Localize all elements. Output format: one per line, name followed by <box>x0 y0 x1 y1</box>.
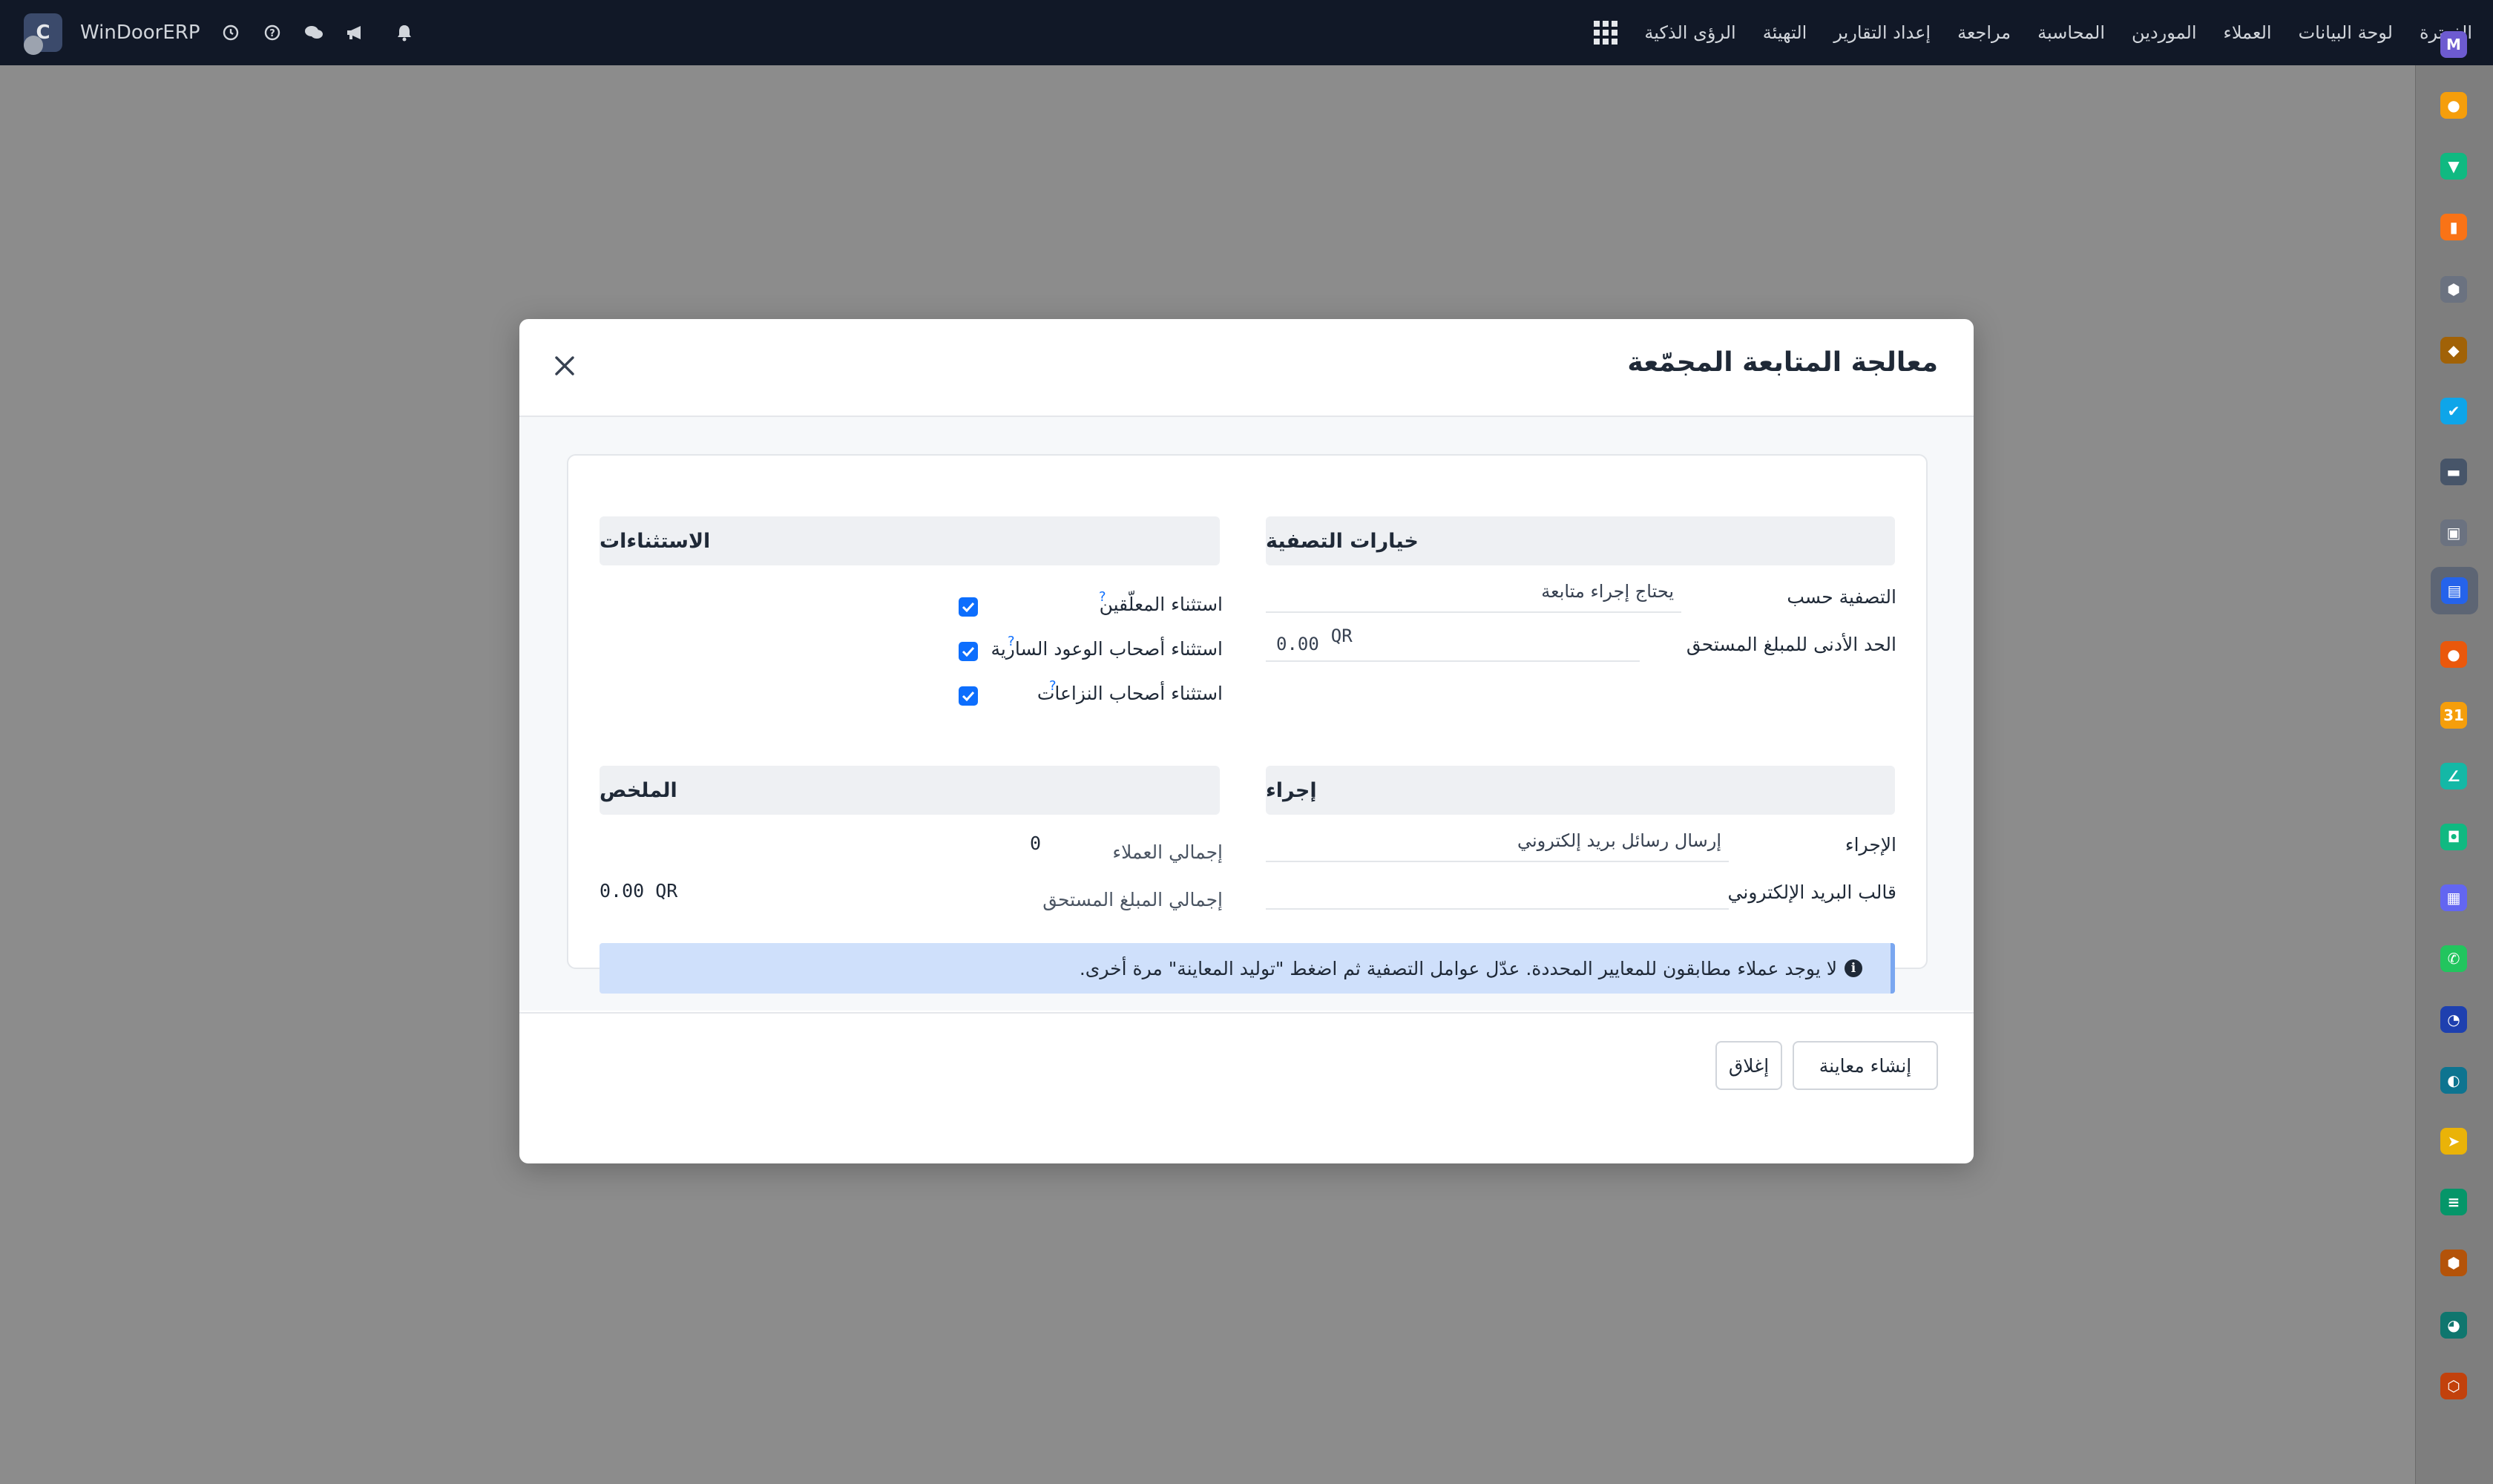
clock-icon[interactable] <box>220 24 242 41</box>
main-menu: الفوترة لوحة البيانات العملاء الموردين ا… <box>1617 22 2472 43</box>
exclude-promises-label: استثناء أصحاب الوعود السارية <box>991 638 1223 660</box>
bar-chart-icon[interactable]: ▮ <box>2439 212 2469 242</box>
timer-icon[interactable]: ◔ <box>2439 1005 2469 1034</box>
whatsapp-icon[interactable]: ✆ <box>2439 944 2469 974</box>
bell-icon[interactable] <box>393 24 416 42</box>
menu-item-vendors[interactable]: الموردين <box>2132 22 2196 43</box>
documents-icon[interactable]: ▤ <box>2431 567 2478 614</box>
user-status-dot <box>24 36 43 55</box>
team-icon[interactable]: ● <box>2439 640 2469 669</box>
contacts-icon[interactable]: ◆ <box>2439 335 2469 365</box>
action-select[interactable]: إرسال رسائل بريد إلكتروني <box>1266 821 1729 862</box>
alert-text: لا يوجد عملاء مطابقون للمعايير المحددة. … <box>1079 957 1837 979</box>
min-amount-label: الحد الأدنى للمبلغ المستحق <box>1686 634 1896 655</box>
svg-text:?: ? <box>269 28 275 39</box>
exclude-suspended-label: استثناء المعلّقين <box>1099 594 1223 615</box>
helpdesk-icon[interactable]: ▬ <box>2439 457 2469 487</box>
hexagon-icon[interactable]: ⬢ <box>2439 1248 2469 1278</box>
hex-outline-icon[interactable]: ⬡ <box>2439 1371 2469 1401</box>
chat-icon[interactable] <box>303 24 325 41</box>
filter-by-value: يحتاج إجراء متابعة <box>1541 581 1674 602</box>
action-value: إرسال رسائل بريد إلكتروني <box>1517 830 1721 851</box>
email-template-select[interactable] <box>1266 868 1729 910</box>
calendar-icon[interactable]: 31 <box>2439 700 2469 730</box>
mail-icon[interactable]: M <box>2439 30 2469 59</box>
action-heading: إجراء <box>1266 766 1895 815</box>
inbox-icon[interactable]: ▼ <box>2439 151 2469 181</box>
exclude-disputes-checkbox[interactable] <box>959 686 978 706</box>
megaphone-icon[interactable] <box>344 24 367 41</box>
form-card: خيارات التصفية التصفية حسب يحتاج إجراء م… <box>567 454 1928 994</box>
email-template-label: قالب البريد الإلكتروني <box>1727 881 1896 903</box>
sign-icon[interactable]: ∠ <box>2439 761 2469 791</box>
action-label: الإجراء <box>1845 834 1896 856</box>
bulk-followup-dialog: معالجة المتابعة المجمّعة خيارات التصفية … <box>519 319 1974 1163</box>
exclude-disputes-label: استثناء أصحاب النزاعات <box>1037 683 1223 704</box>
filter-by-select[interactable]: يحتاج إجراء متابعة <box>1266 571 1681 613</box>
menu-item-reporting[interactable]: إعداد التقارير <box>1833 22 1931 43</box>
navbar-right: الفوترة لوحة البيانات العملاء الموردين ا… <box>1583 0 2472 65</box>
brand-name[interactable]: WinDoorERP <box>80 22 200 44</box>
company-logo[interactable]: C <box>24 13 62 55</box>
employee-icon[interactable]: ◘ <box>2439 822 2469 852</box>
list-icon[interactable]: ≡ <box>2439 1187 2469 1217</box>
apps-grid-icon[interactable] <box>1594 21 1618 45</box>
exclude-suspended-checkbox[interactable] <box>959 597 978 617</box>
menu-item-accounting[interactable]: المحاسبة <box>2037 22 2105 43</box>
discuss-icon[interactable]: ● <box>2439 91 2469 120</box>
filter-by-label: التصفية حسب <box>1787 586 1896 608</box>
top-navbar: C WinDoorERP ? الفوترة لوحة البيانات ال <box>0 0 2493 65</box>
menu-item-review[interactable]: مراجعة <box>1957 22 2011 43</box>
generate-preview-button[interactable]: إنشاء معاينة <box>1793 1041 1938 1090</box>
total-due-label: إجمالي المبلغ المستحق <box>1042 889 1223 910</box>
help-icon[interactable]: ? <box>261 24 283 41</box>
total-customers-value: 0 <box>1030 833 1042 854</box>
cube-icon[interactable]: ⬢ <box>2439 275 2469 304</box>
close-button[interactable]: إغلاق <box>1715 1041 1782 1090</box>
dialog-title: معالجة المتابعة المجمّعة <box>1627 347 1938 378</box>
min-amount-currency: QR <box>1330 626 1353 646</box>
exclude-promises-checkbox[interactable] <box>959 642 978 661</box>
no-results-alert: i لا يوجد عملاء مطابقون للمعايير المحددة… <box>600 943 1895 994</box>
exclusions-heading: الاستثناءات <box>600 516 1220 565</box>
total-due-value: 0.00 QR <box>600 880 678 902</box>
dialog-header: معالجة المتابعة المجمّعة <box>519 319 1974 417</box>
filter-options-heading: خيارات التصفية <box>1266 516 1895 565</box>
summary-heading: الملخص <box>600 766 1220 815</box>
min-amount-field[interactable]: 0.00 QR <box>1266 620 1640 662</box>
menu-item-configuration[interactable]: التهيئة <box>1763 22 1807 43</box>
help-icon[interactable]: ? <box>1099 589 1106 605</box>
close-icon[interactable] <box>548 349 582 383</box>
menu-item-dashboard[interactable]: لوحة البيانات <box>2299 22 2393 43</box>
info-icon: i <box>1845 959 1862 977</box>
navbar-left: C WinDoorERP ? <box>24 0 416 65</box>
dialog-footer: إنشاء معاينة إغلاق <box>519 1012 1974 1163</box>
menu-item-smart-insights[interactable]: الرؤى الذكية <box>1644 22 1735 43</box>
total-customers-label: إجمالي العملاء <box>1112 841 1223 863</box>
dashboard-icon[interactable]: ▦ <box>2439 883 2469 913</box>
pie-icon[interactable]: ◕ <box>2439 1310 2469 1340</box>
apps-sidebar: M ● ▼ ▮ ⬢ ◆ ✔ ▬ ▣ ▤ ● 31 ∠ ◘ ▦ ✆ ◔ ◐ ➤ ≡ ⬢ ◕ ⬡ <box>2415 31 2493 1484</box>
checkmark-icon[interactable]: ✔ <box>2439 396 2469 426</box>
send-icon[interactable]: ➤ <box>2439 1126 2469 1156</box>
help-icon[interactable]: ? <box>1008 634 1015 649</box>
box-icon[interactable]: ▣ <box>2439 518 2469 548</box>
menu-item-customers[interactable]: العملاء <box>2224 22 2272 43</box>
globe-icon[interactable]: ◐ <box>2439 1066 2469 1095</box>
help-icon[interactable]: ? <box>1049 678 1057 694</box>
dialog-body: خيارات التصفية التصفية حسب يحتاج إجراء م… <box>519 417 1974 1011</box>
min-amount-value: 0.00 <box>1276 634 1319 654</box>
